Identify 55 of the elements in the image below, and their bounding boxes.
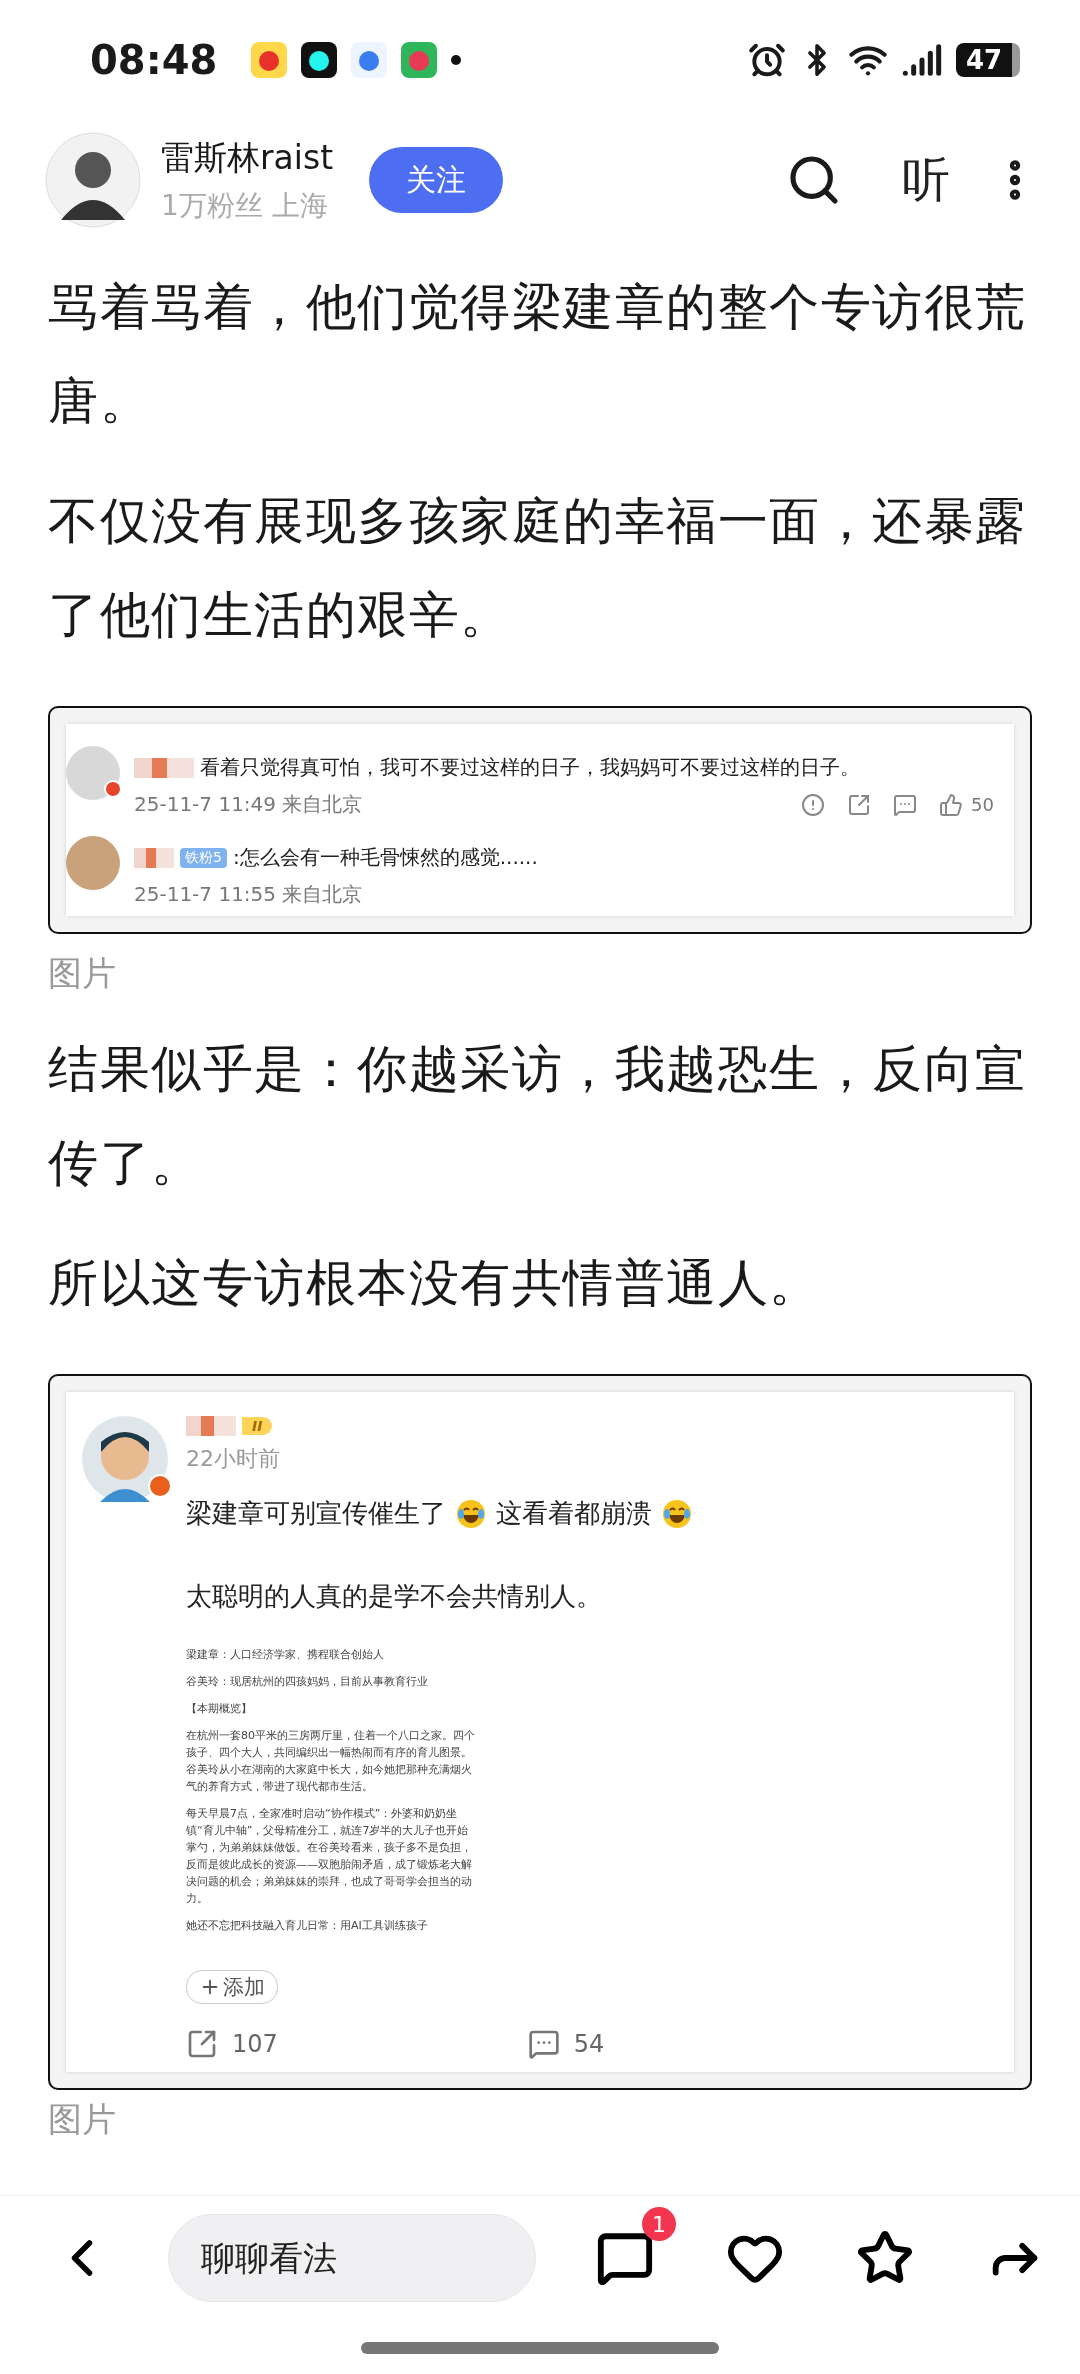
laughing-emoji-icon — [456, 1498, 486, 1529]
fan-badge: 铁粉5 — [180, 847, 227, 868]
paragraph: 所以这专访根本没有共情普通人。 — [48, 1253, 822, 1314]
notification-badge: 1 — [642, 2207, 676, 2241]
battery-level: 47 — [956, 43, 1012, 77]
document-text: 谷美玲：现居杭州的四孩妈妈，目前从事教育行业 — [186, 1674, 429, 1690]
document-text: 【本期概览】 — [186, 1701, 253, 1717]
redacted-name — [134, 757, 194, 778]
app-notification-icon — [251, 42, 288, 78]
report-icon[interactable] — [801, 792, 826, 817]
post-text: 梁建章可别宣传催生了 — [186, 1497, 446, 1530]
share-icon — [186, 2028, 218, 2060]
image-caption: 图片 — [48, 952, 116, 995]
paragraph: 骂着骂着，他们觉得梁建章的整个专访很荒唐。 — [48, 277, 1028, 432]
like-icon[interactable] — [939, 792, 964, 817]
laughing-emoji-icon — [662, 1498, 692, 1529]
app-notification-icon — [401, 42, 438, 78]
image-caption: 图片 — [48, 2098, 116, 2141]
verified-badge — [148, 1474, 172, 1498]
comment-input[interactable]: 聊聊看法 — [168, 2214, 536, 2302]
avatar — [66, 746, 120, 800]
comment-meta: 25-11-7 11:49 来自北京 — [134, 791, 364, 818]
paragraph: 不仅没有展现多孩家庭的幸福一面，还暴露了他们生活的艰辛。 — [48, 491, 1028, 646]
post-text: 太聪明的人真的是学不会共情别人。 — [186, 1580, 603, 1613]
document-text: 梁建章：人口经济学家、携程联合创始人 — [186, 1647, 385, 1663]
post-time: 22小时前 — [186, 1445, 281, 1473]
comment-text: :怎么会有一种毛骨悚然的感觉...... — [232, 844, 538, 871]
avatar — [66, 836, 120, 890]
document-text: 在杭州一套80平米的三房两厅里，住着一个八口之家。四个孩子、四个大人，共同编织出一幅热闹而有序的育儿图景。谷美玲从小在湖南的大家庭中长大，如今她把那种充满烟火气的养育方式，带进了现代都市生活。 — [186, 1728, 476, 1795]
author-name: 雷斯林raist — [161, 136, 334, 179]
app-notification-icon — [351, 42, 388, 78]
alarm-icon — [748, 41, 786, 79]
clock: 08:48 — [90, 37, 218, 83]
level-badge: II — [242, 1417, 273, 1435]
document-text: 每天早晨7点，全家准时启动“协作模式”：外婆和奶奶坐镇“育儿中轴”，父母精准分工，就连7岁半的大儿子也开始掌勺，为弟弟妹妹做饭。在谷美玲看来，孩子多不是负担，反而是彼此成长的资源——双胞胎闹矛盾，成了锻炼老大解决问题的机会；弟弟妹妹的崇拜，也成了哥哥学会担当的动力。 — [186, 1806, 473, 1907]
paragraph: 结果似乎是：你越采访，我越恐生，反向宣传了。 — [48, 1039, 1028, 1194]
post-text: 这看着都崩溃 — [496, 1497, 652, 1530]
listen-button[interactable]: 听 — [902, 148, 950, 212]
comment-button[interactable]: 54 — [527, 2028, 605, 2060]
author-meta: 1万粉丝 上海 — [161, 187, 329, 224]
share-button[interactable]: 107 — [186, 2028, 278, 2060]
app-notification-icon — [301, 42, 338, 78]
share-icon[interactable] — [847, 792, 872, 817]
document-text: 她还不忘把科技融入育儿日常：用AI工具训练孩子 — [186, 1918, 429, 1934]
comment-icon — [527, 2028, 560, 2060]
redacted-name — [186, 1416, 236, 1436]
dot-icon — [451, 55, 462, 65]
add-button[interactable]: 添加 — [186, 1970, 278, 2004]
follow-button[interactable]: 关注 — [369, 147, 504, 213]
comment-text: 看着只觉得真可怕，我可不要过这样的日子，我妈妈可不要过这样的日子。 — [200, 754, 860, 781]
comment-icon[interactable] — [893, 792, 918, 817]
redacted-name — [134, 847, 174, 868]
like-count: 50 — [971, 794, 994, 815]
comment-meta: 25-11-7 11:55 来自北京 — [134, 881, 364, 908]
battery-cap — [1012, 43, 1020, 77]
